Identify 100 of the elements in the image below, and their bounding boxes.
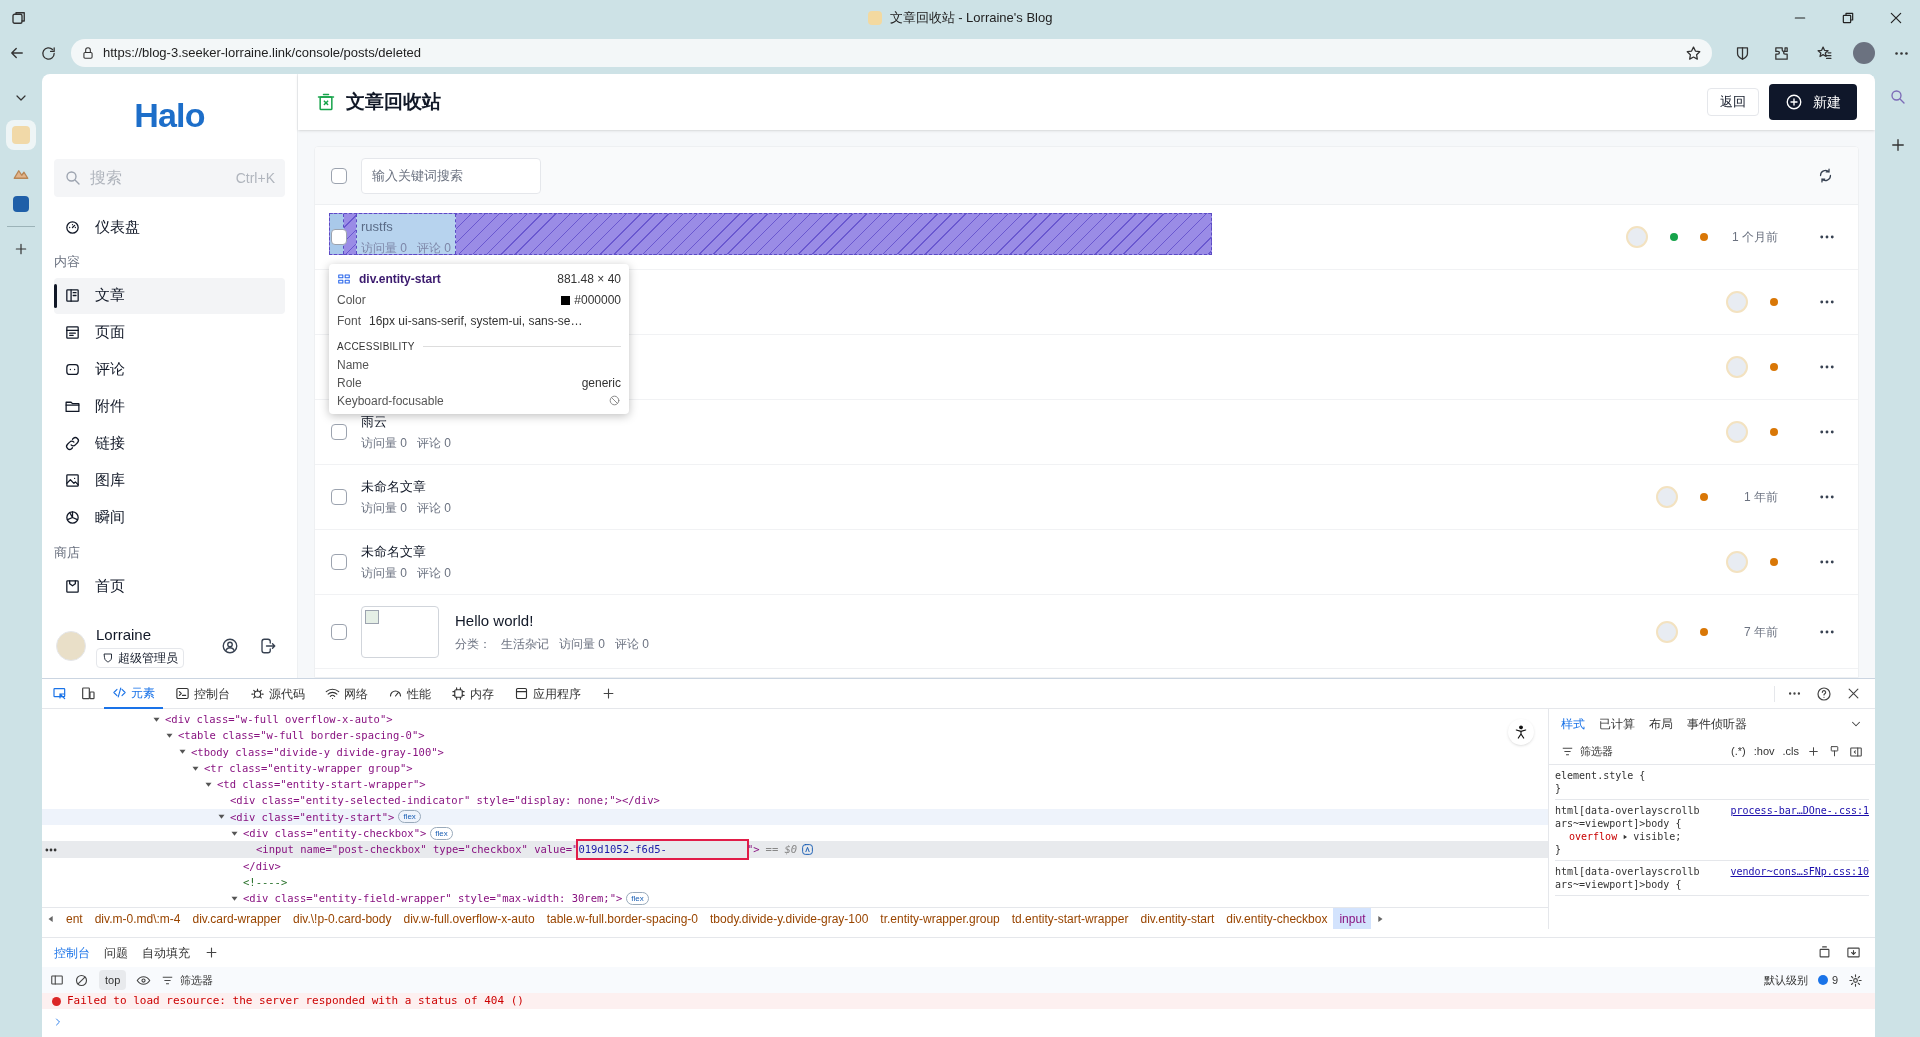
devtools-tab[interactable]: 控制台 bbox=[167, 678, 238, 709]
breadcrumb[interactable]: tr.entity-wrapper.group bbox=[874, 908, 1006, 929]
checkbox[interactable] bbox=[331, 229, 347, 245]
console-tab[interactable]: 问题 bbox=[98, 937, 134, 968]
context-dropdown[interactable]: top bbox=[99, 970, 127, 990]
code-line[interactable]: <table class="w-full border-spacing-0"> bbox=[178, 727, 425, 744]
puzzle-icon[interactable] bbox=[1773, 44, 1790, 62]
nav-item[interactable]: 文章 bbox=[54, 277, 285, 314]
nav-item[interactable]: 瞬间 bbox=[54, 499, 285, 536]
code-line[interactable]: <td class="entity-start-wrapper"> bbox=[217, 776, 426, 793]
post-title[interactable]: 未命名文章 bbox=[361, 542, 452, 562]
new-button[interactable]: 新建 bbox=[1769, 84, 1857, 120]
plus-icon[interactable] bbox=[601, 686, 616, 701]
styles-tab[interactable]: 布局 bbox=[1649, 709, 1673, 739]
devtools-tab[interactable]: 源代码 bbox=[242, 678, 313, 709]
help-icon[interactable] bbox=[1816, 685, 1832, 702]
address-bar[interactable]: https://blog-3.seeker-lorraine.link/console/posts/deleted bbox=[71, 39, 1712, 67]
breadcrumb[interactable]: div.card-wrapper bbox=[186, 908, 287, 929]
breadcrumb[interactable]: tbody.divide-y.divide-gray-100 bbox=[704, 908, 875, 929]
profile-avatar[interactable] bbox=[1853, 42, 1875, 64]
console-tab[interactable]: 自动填充 bbox=[136, 937, 196, 968]
panel-icon[interactable] bbox=[1846, 945, 1861, 960]
breadcrumb[interactable]: td.entity-start-wrapper bbox=[1005, 908, 1135, 929]
code-line[interactable]: <div class="entity-field-wrapper" style="max-width: 30rem;"> bbox=[243, 890, 623, 907]
nav-item[interactable]: 仪表盘 bbox=[54, 209, 285, 245]
checkbox[interactable] bbox=[331, 489, 347, 505]
filter-field[interactable]: 筛选器 bbox=[1561, 743, 1724, 760]
styles-tab[interactable]: 样式 bbox=[1561, 709, 1585, 739]
nav-item[interactable]: 链接 bbox=[54, 425, 285, 462]
sidebar-toggle-icon[interactable] bbox=[1849, 744, 1863, 759]
code-line[interactable]: <div class="entity-checkbox"> bbox=[243, 825, 427, 842]
console-tab[interactable]: 控制台 bbox=[48, 937, 96, 968]
plus-icon[interactable] bbox=[204, 945, 219, 960]
level-dropdown[interactable]: 默认级别 bbox=[1763, 971, 1808, 989]
toolbar-button[interactable]: .cls bbox=[1782, 743, 1799, 760]
filter-field[interactable]: 筛选器 bbox=[161, 971, 214, 989]
breadcrumb[interactable]: table.w-full.border-spacing-0 bbox=[540, 908, 705, 929]
breadcrumb[interactable]: div.\!p-0.card-body bbox=[286, 908, 398, 929]
search-input[interactable]: 搜索 bbox=[90, 166, 228, 190]
nav-item[interactable]: 评论 bbox=[54, 351, 285, 388]
tabs-icon[interactable] bbox=[10, 9, 28, 27]
restore-icon[interactable] bbox=[1840, 10, 1856, 26]
star-icon[interactable] bbox=[1685, 44, 1702, 62]
nav-item[interactable]: 附件 bbox=[54, 388, 285, 425]
checkbox[interactable] bbox=[331, 623, 347, 640]
breadcrumb[interactable]: ent bbox=[60, 908, 89, 929]
settings-icon[interactable] bbox=[1848, 972, 1863, 988]
checkbox[interactable] bbox=[331, 167, 347, 184]
post-title[interactable]: 未命名文章 bbox=[361, 477, 452, 497]
tab-favicon-icon[interactable] bbox=[13, 196, 29, 212]
favorites-icon[interactable] bbox=[1816, 44, 1833, 62]
post-title[interactable]: rustfs bbox=[361, 217, 452, 237]
search-field[interactable]: 输入关键词搜索 bbox=[361, 157, 541, 194]
expand-triangle-icon[interactable] bbox=[178, 747, 187, 757]
user-circle-icon[interactable] bbox=[221, 636, 239, 655]
accessibility-button[interactable] bbox=[1508, 719, 1534, 745]
scroll-left-icon[interactable] bbox=[46, 913, 56, 924]
code-line[interactable]: <tbody class="divide-y divide-gray-100"> bbox=[191, 743, 444, 760]
code-line[interactable]: <tr class="entity-wrapper group"> bbox=[204, 759, 413, 777]
code-line[interactable]: </div> bbox=[243, 859, 281, 872]
code-line[interactable]: <div class="w-full overflow-x-auto"> bbox=[165, 711, 393, 728]
breadcrumb[interactable]: input bbox=[1333, 908, 1372, 929]
devtools-tab[interactable]: 元素 bbox=[104, 678, 163, 709]
shield-icon[interactable] bbox=[1734, 44, 1751, 62]
devtools-tab[interactable]: 内存 bbox=[443, 678, 502, 709]
paint-brush-icon[interactable] bbox=[1828, 745, 1841, 758]
plus-icon[interactable] bbox=[1807, 745, 1820, 758]
checkbox[interactable] bbox=[331, 554, 347, 570]
dock-icon[interactable] bbox=[1817, 945, 1832, 960]
breadcrumb[interactable]: div.w-full.overflow-x-auto bbox=[397, 908, 541, 929]
close-icon[interactable] bbox=[1846, 686, 1861, 701]
breadcrumb[interactable]: div.m-0.md\:m-4 bbox=[88, 908, 187, 929]
code-line[interactable]: <div class="entity-selected-indicator" style="display: none;"></div> bbox=[230, 792, 660, 809]
styles-tab[interactable]: 已计算 bbox=[1599, 709, 1635, 739]
toolbar-button[interactable]: :hov bbox=[1753, 743, 1775, 760]
logout-icon[interactable] bbox=[259, 636, 277, 655]
devtools-tab[interactable]: 应用程序 bbox=[506, 678, 589, 709]
refresh-icon[interactable] bbox=[1817, 167, 1834, 184]
inspect-icon[interactable] bbox=[52, 685, 68, 702]
sidebar-icon[interactable] bbox=[50, 973, 64, 987]
code-line[interactable]: <div class="entity-start"> bbox=[230, 808, 395, 826]
source-link[interactable]: process-bar…DOne-.css:1 bbox=[1730, 804, 1869, 817]
close-icon[interactable] bbox=[1888, 10, 1904, 26]
code-line[interactable]: <input name="post-checkbox" type="checkbox" value=" bbox=[256, 841, 579, 858]
back-button[interactable]: 返回 bbox=[1707, 88, 1759, 116]
device-icon[interactable] bbox=[80, 685, 96, 702]
checkbox[interactable] bbox=[331, 424, 347, 440]
post-title[interactable]: 雨云 bbox=[361, 412, 452, 432]
ai-icon[interactable] bbox=[801, 843, 815, 856]
nav-item[interactable]: 图库 bbox=[54, 462, 285, 499]
clear-icon[interactable] bbox=[74, 972, 89, 988]
toolbar-button[interactable]: (.*) bbox=[1731, 743, 1746, 760]
nav-item[interactable]: 首页 bbox=[54, 568, 285, 604]
post-title[interactable]: Hello world! bbox=[455, 610, 650, 633]
expand-triangle-icon[interactable] bbox=[217, 812, 226, 822]
breadcrumb[interactable]: div.entity-checkbox bbox=[1220, 908, 1334, 929]
search-icon[interactable] bbox=[1888, 88, 1907, 106]
breadcrumb[interactable]: div.entity-start bbox=[1134, 908, 1221, 929]
styles-tab[interactable]: 事件侦听器 bbox=[1687, 709, 1747, 739]
devtools-tab[interactable]: 性能 bbox=[380, 678, 439, 709]
